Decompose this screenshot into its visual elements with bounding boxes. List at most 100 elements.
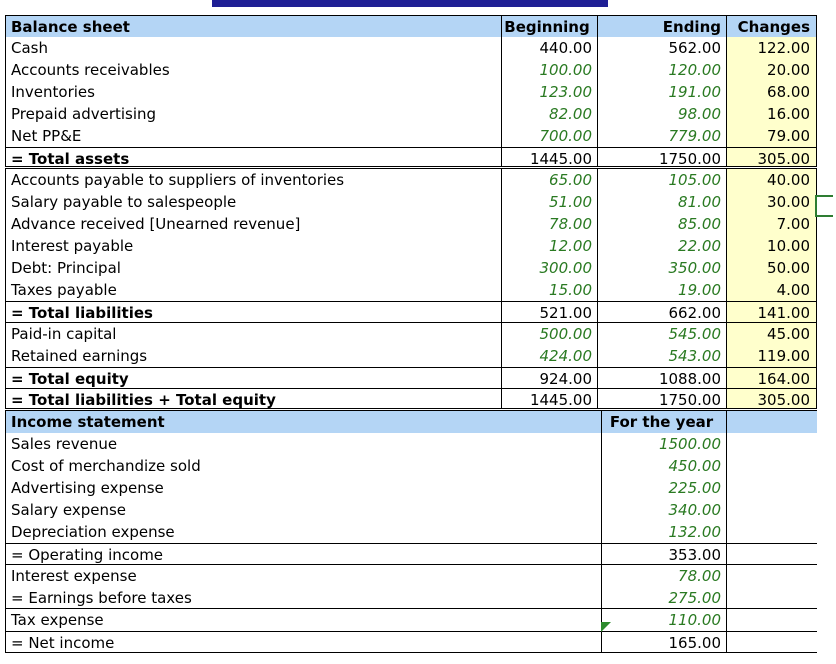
row-label[interactable]: Tax expense [5,609,601,631]
for-the-year-header[interactable]: For the year [601,411,727,433]
value-cell[interactable]: 165.00 [601,632,727,652]
row-label[interactable]: Salary payable to salespeople [5,191,501,213]
row-label[interactable]: = Total liabilities [5,302,501,322]
beginning-cell[interactable]: 1445.00 [501,389,597,408]
ending-cell[interactable]: 545.00 [597,323,726,345]
ending-cell[interactable]: 662.00 [597,302,726,322]
row-label[interactable]: = Operating income [5,544,601,564]
changes-cell[interactable]: 10.00 [726,235,817,257]
beginning-cell[interactable]: 65.00 [501,169,597,191]
row-label[interactable]: Accounts payable to suppliers of invento… [5,169,501,191]
changes-cell[interactable]: 40.00 [726,169,817,191]
income-statement-title[interactable]: Income statement [5,411,601,433]
row-label[interactable]: Interest payable [5,235,501,257]
row-label[interactable]: Accounts receivables [5,59,501,81]
table-row: Paid-in capital 500.00 545.00 45.00 [5,323,817,345]
row-label[interactable]: = Total liabilities + Total equity [5,389,501,408]
row-label[interactable]: Paid-in capital [5,323,501,345]
beginning-cell[interactable]: 500.00 [501,323,597,345]
ending-cell[interactable]: 779.00 [597,125,726,147]
changes-cell[interactable]: 305.00 [726,148,817,166]
value-cell[interactable]: 340.00 [601,499,727,521]
changes-cell[interactable]: 45.00 [726,323,817,345]
ending-cell[interactable]: 120.00 [597,59,726,81]
row-label[interactable]: = Earnings before taxes [5,587,601,608]
row-label[interactable]: = Total assets [5,148,501,166]
beginning-cell[interactable]: 12.00 [501,235,597,257]
row-label[interactable]: Net PP&E [5,125,501,147]
ending-cell[interactable]: 19.00 [597,279,726,301]
row-label[interactable]: Cash [5,37,501,59]
beginning-cell[interactable]: 424.00 [501,345,597,367]
table-row: Tax expense 110.00 [5,609,817,631]
beginning-cell[interactable]: 51.00 [501,191,597,213]
ending-cell[interactable]: 562.00 [597,37,726,59]
value-cell[interactable]: 225.00 [601,477,727,499]
changes-header[interactable]: Changes [726,16,817,37]
value-cell[interactable]: 353.00 [601,544,727,564]
row-label[interactable]: Advertising expense [5,477,601,499]
changes-cell[interactable]: 30.00 [726,191,817,213]
row-label[interactable]: = Total equity [5,368,501,388]
changes-cell[interactable]: 16.00 [726,103,817,125]
income-statement-header-row: Income statement For the year [5,411,817,433]
changes-cell[interactable]: 68.00 [726,81,817,103]
beginning-cell[interactable]: 15.00 [501,279,597,301]
table-row: Cost of merchandize sold 450.00 [5,455,817,477]
changes-cell[interactable]: 119.00 [726,345,817,367]
beginning-cell[interactable]: 123.00 [501,81,597,103]
ending-cell[interactable]: 350.00 [597,257,726,279]
balance-sheet-title[interactable]: Balance sheet [5,16,501,37]
ending-cell[interactable]: 543.00 [597,345,726,367]
changes-cell[interactable]: 79.00 [726,125,817,147]
value-cell[interactable]: 78.00 [601,565,727,587]
row-label[interactable]: Cost of merchandize sold [5,455,601,477]
beginning-header[interactable]: Beginning [501,16,597,37]
changes-cell[interactable]: 7.00 [726,213,817,235]
beginning-cell[interactable]: 78.00 [501,213,597,235]
value-cell[interactable]: 450.00 [601,455,727,477]
row-label[interactable]: Interest expense [5,565,601,587]
row-label[interactable]: Prepaid advertising [5,103,501,125]
value-cell[interactable]: 275.00 [601,587,727,608]
ending-cell[interactable]: 81.00 [597,191,726,213]
row-label[interactable]: Retained earnings [5,345,501,367]
changes-cell[interactable]: 141.00 [726,302,817,322]
row-label[interactable]: = Net income [5,632,601,652]
ending-cell[interactable]: 105.00 [597,169,726,191]
value-cell[interactable]: 110.00 [601,609,727,631]
beginning-cell[interactable]: 300.00 [501,257,597,279]
beginning-cell[interactable]: 924.00 [501,368,597,388]
ending-cell[interactable]: 191.00 [597,81,726,103]
beginning-cell[interactable]: 100.00 [501,59,597,81]
value-cell[interactable]: 132.00 [601,521,727,543]
ending-cell[interactable]: 1750.00 [597,148,726,166]
table-row: Accounts payable to suppliers of invento… [5,169,817,191]
ending-header[interactable]: Ending [597,16,726,37]
operating-income-row: = Operating income 353.00 [5,543,817,565]
changes-cell[interactable]: 305.00 [726,389,817,408]
beginning-cell[interactable]: 521.00 [501,302,597,322]
row-label[interactable]: Inventories [5,81,501,103]
row-label[interactable]: Salary expense [5,499,601,521]
row-label[interactable]: Taxes payable [5,279,501,301]
value-cell[interactable]: 1500.00 [601,433,727,455]
ending-cell[interactable]: 85.00 [597,213,726,235]
changes-cell[interactable]: 50.00 [726,257,817,279]
row-label[interactable]: Sales revenue [5,433,601,455]
row-label[interactable]: Depreciation expense [5,521,601,543]
ending-cell[interactable]: 22.00 [597,235,726,257]
changes-cell[interactable]: 164.00 [726,368,817,388]
changes-cell[interactable]: 20.00 [726,59,817,81]
row-label[interactable]: Debt: Principal [5,257,501,279]
changes-cell[interactable]: 4.00 [726,279,817,301]
ending-cell[interactable]: 1088.00 [597,368,726,388]
beginning-cell[interactable]: 700.00 [501,125,597,147]
beginning-cell[interactable]: 440.00 [501,37,597,59]
beginning-cell[interactable]: 1445.00 [501,148,597,166]
row-label[interactable]: Advance received [Unearned revenue] [5,213,501,235]
ending-cell[interactable]: 1750.00 [597,389,726,408]
ending-cell[interactable]: 98.00 [597,103,726,125]
changes-cell[interactable]: 122.00 [726,37,817,59]
beginning-cell[interactable]: 82.00 [501,103,597,125]
